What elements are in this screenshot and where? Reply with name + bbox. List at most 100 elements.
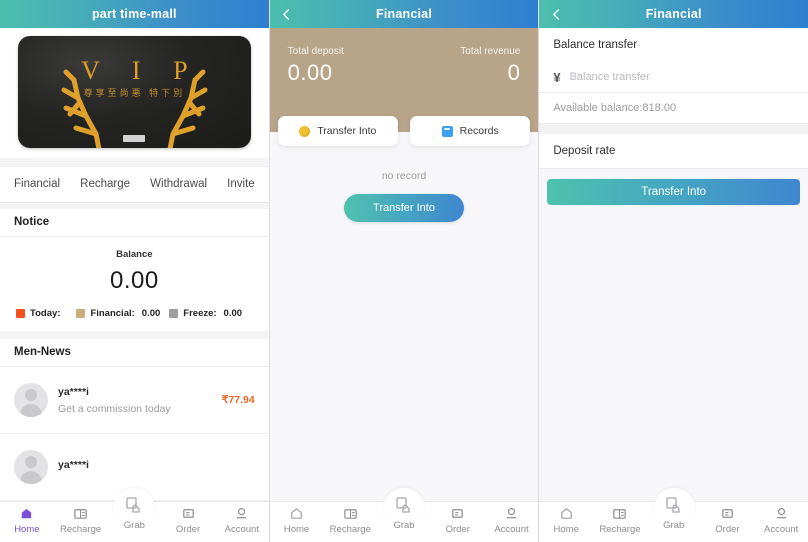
tabbar-item-account[interactable]: Account xyxy=(485,502,539,535)
account-icon xyxy=(774,506,789,521)
transfer-into-submit-button[interactable]: Transfer Into xyxy=(547,179,801,205)
tabbar-item-order[interactable]: Order xyxy=(161,502,215,535)
form-section-label: Balance transfer xyxy=(539,28,808,62)
transfer-into-button[interactable]: Transfer Into xyxy=(344,194,464,222)
section-divider xyxy=(539,124,808,134)
tab-records[interactable]: Records xyxy=(410,116,531,146)
banner-container: V I P 尊享至尚悪 特下別 xyxy=(0,28,269,158)
tabbar-label-order: Order xyxy=(175,524,201,535)
tabbar-item-recharge[interactable]: Recharge xyxy=(323,502,377,535)
stat-total-revenue-label: Total revenue xyxy=(460,46,521,57)
list-item[interactable]: ya****i Get a commission today ₹77.94 xyxy=(0,367,269,435)
news-username: ya****i xyxy=(58,458,89,471)
stat-total-revenue-value: 0 xyxy=(507,60,521,85)
recharge-icon xyxy=(612,506,627,521)
coin-icon xyxy=(299,125,311,137)
tabbar-label-account: Account xyxy=(494,524,529,535)
deposit-rate-label: Deposit rate xyxy=(553,145,616,157)
home-icon xyxy=(289,506,304,521)
tabbar-label-recharge: Recharge xyxy=(60,524,102,535)
balance-label: Balance xyxy=(116,248,153,260)
panel2-tabbar: Home Recharge Grab Order Account xyxy=(269,488,539,542)
legend-today-swatch xyxy=(16,308,25,318)
balance-transfer-input[interactable] xyxy=(569,71,795,83)
screenshot-root: part time-mall V I P 尊享至尚悪 特下別 Financial… xyxy=(0,0,808,542)
legend-financial: Financial: 0.00 xyxy=(76,308,160,319)
panel2-topbar: Financial xyxy=(269,0,539,28)
tabbar-label-grab: Grab xyxy=(663,520,685,531)
tabbar-item-home[interactable]: Home xyxy=(0,502,54,535)
back-icon[interactable] xyxy=(549,7,563,21)
news-description: Get a commission today xyxy=(58,402,171,415)
tabbar-item-home[interactable]: Home xyxy=(270,502,324,535)
order-icon xyxy=(720,506,735,521)
tabbar-item-grab[interactable]: Grab xyxy=(647,488,701,531)
legend-freeze-value: 0.00 xyxy=(223,307,243,319)
quick-nav-recharge[interactable]: Recharge xyxy=(80,178,130,190)
quick-nav-withdrawal[interactable]: Withdrawal xyxy=(150,178,207,190)
tab-transfer-into[interactable]: Transfer Into xyxy=(277,116,399,146)
tabbar-label-grab: Grab xyxy=(393,520,415,531)
news-amount: ₹77.94 xyxy=(221,394,255,407)
home-icon xyxy=(559,506,574,521)
news-heading: Men-News xyxy=(0,338,269,368)
legend-freeze-label: Freeze: xyxy=(183,307,217,319)
tabbar-item-order[interactable]: Order xyxy=(701,502,755,535)
recharge-icon xyxy=(73,506,88,521)
news-list: ya****i Get a commission today ₹77.94 ya… xyxy=(0,367,269,501)
vip-banner[interactable]: V I P 尊享至尚悪 特下別 xyxy=(18,36,251,148)
tabbar-label-account: Account xyxy=(763,524,799,535)
tabbar-item-recharge[interactable]: Recharge xyxy=(54,502,108,535)
quick-nav-financial[interactable]: Financial xyxy=(14,178,60,190)
news-text: ya****i Get a commission today xyxy=(48,386,222,415)
legend-today-label: Today: xyxy=(30,307,61,319)
stat-total-deposit-label: Total deposit xyxy=(287,46,344,57)
balance-card: Balance 0.00 Today: Financial: 0.00 Free… xyxy=(0,236,269,331)
tabbar-item-grab[interactable]: Grab xyxy=(107,488,161,531)
tabbar-label-order: Order xyxy=(715,524,740,535)
quick-nav-tabs: Financial Recharge Withdrawal Invite xyxy=(0,166,269,203)
tabbar-item-account[interactable]: Account xyxy=(215,502,269,535)
tab-records-label: Records xyxy=(459,125,499,137)
tabbar-item-home[interactable]: Home xyxy=(539,502,593,535)
stat-total-deposit-value: 0.00 xyxy=(287,60,333,85)
order-icon xyxy=(181,506,196,521)
financial-summary-header: Total deposit 0.00 Total revenue 0 Trans… xyxy=(269,28,539,146)
tabbar-label-grab: Grab xyxy=(123,520,145,531)
balance-value: 0.00 xyxy=(109,266,159,294)
tabbar-label-order: Order xyxy=(445,524,470,535)
available-balance-text: Available balance:818.00 xyxy=(539,93,808,124)
home-icon xyxy=(19,506,34,521)
grab-icon xyxy=(664,495,684,515)
panel-home: part time-mall V I P 尊享至尚悪 特下別 Financial… xyxy=(0,0,270,542)
legend-financial-value: 0.00 xyxy=(141,307,161,319)
tabbar-item-account[interactable]: Account xyxy=(754,502,808,535)
quick-nav-invite[interactable]: Invite xyxy=(227,178,255,190)
tabbar-item-recharge[interactable]: Recharge xyxy=(593,502,647,535)
tabbar-item-order[interactable]: Order xyxy=(431,502,485,535)
avatar xyxy=(14,383,48,418)
legend-freeze-swatch xyxy=(169,308,179,318)
deposit-rate-row[interactable]: Deposit rate xyxy=(539,134,808,169)
back-icon[interactable] xyxy=(280,7,294,21)
order-icon xyxy=(450,506,465,521)
tabbar-label-recharge: Recharge xyxy=(329,524,371,535)
tabbar-label-home: Home xyxy=(283,524,310,535)
tabbar-label-recharge: Recharge xyxy=(599,524,641,535)
stat-total-deposit: Total deposit 0.00 xyxy=(288,46,344,86)
panel3-title: Financial xyxy=(645,7,702,21)
notice-heading: Notice xyxy=(0,208,269,237)
balance-legend: Today: Financial: 0.00 Freeze: 0.00 xyxy=(14,308,255,319)
legend-freeze: Freeze: 0.00 xyxy=(169,308,242,319)
avatar xyxy=(14,450,48,485)
tabbar-item-grab[interactable]: Grab xyxy=(377,488,431,531)
financial-stats: Total deposit 0.00 Total revenue 0 xyxy=(284,40,525,86)
financial-tab-cards: Transfer Into Records xyxy=(277,116,531,146)
panel2-content: no record Transfer Into xyxy=(269,132,539,501)
panel3-tabbar: Home Recharge Grab Order Account xyxy=(539,488,808,542)
balance-transfer-field-row: ¥ xyxy=(539,62,808,93)
panel-financial-overview: Financial Total deposit 0.00 Total reven… xyxy=(269,0,540,542)
grab-icon xyxy=(394,495,414,515)
empty-state-text: no record xyxy=(381,170,427,182)
legend-financial-swatch xyxy=(76,308,86,318)
